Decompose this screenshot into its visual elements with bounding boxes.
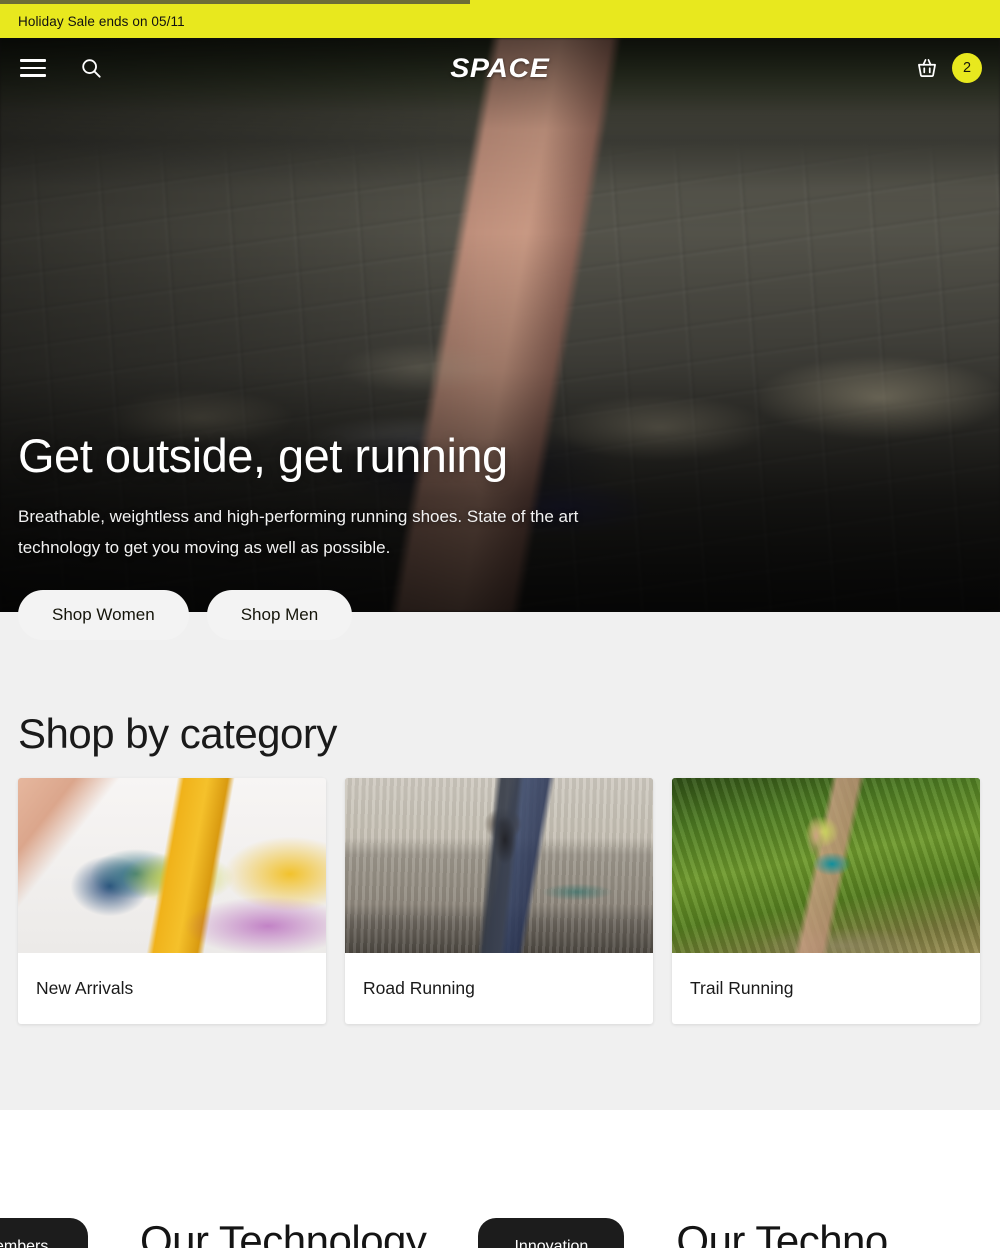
shopping-basket-icon [918,59,936,77]
technology-heading: Our Technology [140,1217,427,1248]
brand-logo-text: SPACE [450,52,550,83]
menu-button[interactable] [18,53,48,83]
category-card-road-running[interactable]: Road Running [345,778,653,1024]
technology-chip-label: Innovation [514,1238,589,1248]
shop-men-button[interactable]: Shop Men [206,589,353,640]
technology-chip-label: Members [0,1238,49,1248]
category-card-label: Trail Running [690,978,794,998]
scroll-progress-fill [0,0,470,4]
hero-content: Get outside, get running Breathable, wei… [18,429,698,640]
category-card-list: New Arrivals Road Running Trail Running [18,778,980,1024]
announcement-bar: Holiday Sale ends on 05/11 [0,4,1000,38]
technology-section: Members Our Technology Innovation Our Te… [0,1110,1000,1248]
header-left-group [0,53,106,83]
category-card-trail-running[interactable]: Trail Running [672,778,980,1024]
announcement-text: Holiday Sale ends on 05/11 [18,13,185,29]
technology-item: Members Our Technology [0,1217,478,1248]
search-button[interactable] [76,53,106,83]
brand-logo: SPACE [0,38,1000,98]
hero-subtitle: Breathable, weightless and high-performi… [18,506,579,558]
technology-heading: Our Techno [676,1217,888,1248]
category-card-image [672,778,980,953]
technology-chip[interactable]: Members [0,1218,88,1248]
technology-item: Innovation Our Techno [478,1217,939,1248]
header-right-group: 2 [912,53,1000,83]
cart-button[interactable] [912,53,942,83]
category-card-image [345,778,653,953]
technology-row: Members Our Technology Innovation Our Te… [0,1217,1000,1248]
category-card-label: Road Running [363,978,475,998]
shop-by-category-section: Shop by category New Arrivals Road Runni… [0,612,1000,1110]
scroll-progress-track[interactable] [0,0,1000,4]
shop-women-button[interactable]: Shop Women [18,589,189,640]
category-card-image [18,778,326,953]
hero-cta-group: Shop Women Shop Men [18,589,698,640]
category-card-label: New Arrivals [36,978,134,998]
category-card-new-arrivals[interactable]: New Arrivals [18,778,326,1024]
cart-count-badge[interactable]: 2 [952,53,982,83]
section-title-shop-by-category: Shop by category [18,710,337,757]
search-icon [82,59,101,78]
site-header: SPACE 2 [0,38,1000,98]
page-root: Holiday Sale ends on 05/11 SPACE 2 Get o… [0,0,1000,1248]
technology-chip[interactable]: Innovation [478,1218,625,1248]
hero-title: Get outside, get running [18,429,508,482]
hamburger-icon [20,59,46,77]
